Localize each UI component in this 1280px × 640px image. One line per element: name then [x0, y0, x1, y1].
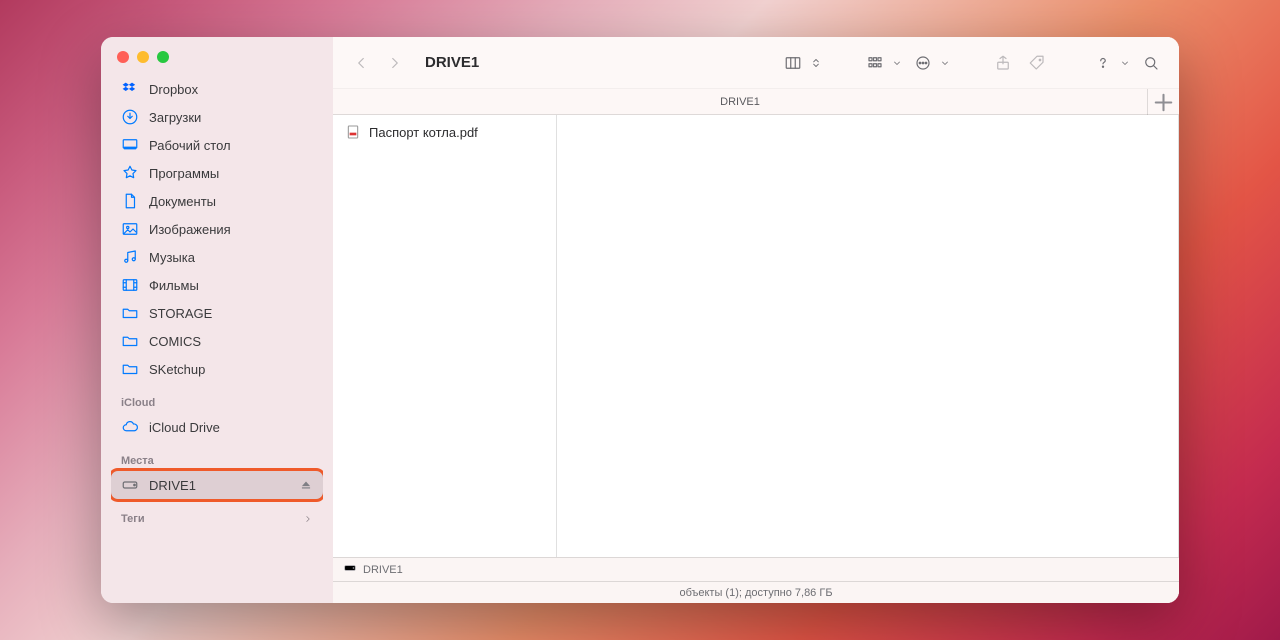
share-button[interactable]: [989, 49, 1017, 77]
window-controls: [111, 51, 323, 75]
dropbox-icon: [121, 80, 139, 98]
sidebar-item-dropbox[interactable]: Dropbox: [111, 75, 323, 103]
sidebar-item-label: Программы: [149, 166, 313, 181]
folder-icon: [121, 304, 139, 322]
sidebar-item-label: SKetchup: [149, 362, 313, 377]
sidebar-section-icloud[interactable]: iCloud: [111, 383, 323, 413]
column-header-title: DRIVE1: [333, 96, 1147, 108]
sidebar-item-pictures[interactable]: Изображения: [111, 215, 323, 243]
sidebar-item-label: DRIVE1: [149, 478, 289, 493]
sidebar-section-label: iCloud: [121, 397, 155, 409]
status-bar: объекты (1); доступно 7,86 ГБ: [333, 581, 1179, 603]
sidebar-item-label: Изображения: [149, 222, 313, 237]
sidebar-section-tags[interactable]: Теги: [111, 499, 323, 529]
sidebar-item-icloud-drive[interactable]: iCloud Drive: [111, 413, 323, 441]
sidebar-item-label: Загрузки: [149, 110, 313, 125]
window-title: DRIVE1: [425, 54, 479, 71]
finder-window: Dropbox Загрузки Рабочий стол Программы …: [101, 37, 1179, 603]
sidebar-item-downloads[interactable]: Загрузки: [111, 103, 323, 131]
drive-icon: [121, 476, 139, 494]
eject-icon[interactable]: [299, 478, 313, 492]
preview-column: [557, 115, 1179, 557]
downloads-icon: [121, 108, 139, 126]
sidebar-section-locations[interactable]: Места: [111, 441, 323, 471]
sidebar-item-label: Dropbox: [149, 82, 313, 97]
sidebar-item-movies[interactable]: Фильмы: [111, 271, 323, 299]
sidebar-item-label: COMICS: [149, 334, 313, 349]
sidebar-item-drive1[interactable]: DRIVE1: [111, 471, 323, 499]
close-window-button[interactable]: [117, 51, 129, 63]
column-header: DRIVE1: [333, 89, 1179, 115]
sidebar-item-label: Рабочий стол: [149, 138, 313, 153]
group-by-button[interactable]: [861, 49, 903, 77]
back-button[interactable]: [347, 49, 375, 77]
pictures-icon: [121, 220, 139, 238]
sidebar-item-desktop[interactable]: Рабочий стол: [111, 131, 323, 159]
sidebar-item-comics[interactable]: COMICS: [111, 327, 323, 355]
sidebar-item-label: Документы: [149, 194, 313, 209]
drive-icon: [343, 561, 357, 578]
sidebar-item-documents[interactable]: Документы: [111, 187, 323, 215]
cloud-icon: [121, 418, 139, 436]
pdf-file-icon: [345, 124, 361, 140]
sidebar-section-label: Места: [121, 455, 154, 467]
path-bar[interactable]: DRIVE1: [333, 557, 1179, 581]
view-columns-button[interactable]: [779, 49, 823, 77]
movies-icon: [121, 276, 139, 294]
sidebar-item-label: iCloud Drive: [149, 420, 313, 435]
main-panel: DRIVE1: [333, 37, 1179, 603]
file-name: Паспорт котла.pdf: [369, 125, 478, 140]
fullscreen-window-button[interactable]: [157, 51, 169, 63]
forward-button[interactable]: [381, 49, 409, 77]
search-button[interactable]: [1137, 49, 1165, 77]
chevron-right-icon: [303, 514, 313, 524]
folder-icon: [121, 360, 139, 378]
documents-icon: [121, 192, 139, 210]
desktop-icon: [121, 136, 139, 154]
action-menu-button[interactable]: [909, 49, 951, 77]
help-menu-button[interactable]: [1089, 49, 1131, 77]
content-area: Паспорт котла.pdf: [333, 115, 1179, 557]
sidebar-list: Dropbox Загрузки Рабочий стол Программы …: [111, 75, 323, 595]
file-column[interactable]: Паспорт котла.pdf: [333, 115, 557, 557]
toolbar: DRIVE1: [333, 37, 1179, 89]
sidebar-item-label: STORAGE: [149, 306, 313, 321]
sidebar: Dropbox Загрузки Рабочий стол Программы …: [101, 37, 333, 603]
sidebar-item-music[interactable]: Музыка: [111, 243, 323, 271]
file-row[interactable]: Паспорт котла.pdf: [341, 121, 548, 143]
folder-icon: [121, 332, 139, 350]
minimize-window-button[interactable]: [137, 51, 149, 63]
applications-icon: [121, 164, 139, 182]
sidebar-item-label: Музыка: [149, 250, 313, 265]
sidebar-section-label: Теги: [121, 513, 145, 525]
status-text: объекты (1); доступно 7,86 ГБ: [679, 587, 832, 599]
sidebar-item-applications[interactable]: Программы: [111, 159, 323, 187]
path-label: DRIVE1: [363, 564, 403, 576]
music-icon: [121, 248, 139, 266]
tags-button[interactable]: [1023, 49, 1051, 77]
sidebar-item-sketchup[interactable]: SKetchup: [111, 355, 323, 383]
sidebar-item-storage[interactable]: STORAGE: [111, 299, 323, 327]
add-column-button[interactable]: [1147, 89, 1179, 115]
sidebar-item-label: Фильмы: [149, 278, 313, 293]
